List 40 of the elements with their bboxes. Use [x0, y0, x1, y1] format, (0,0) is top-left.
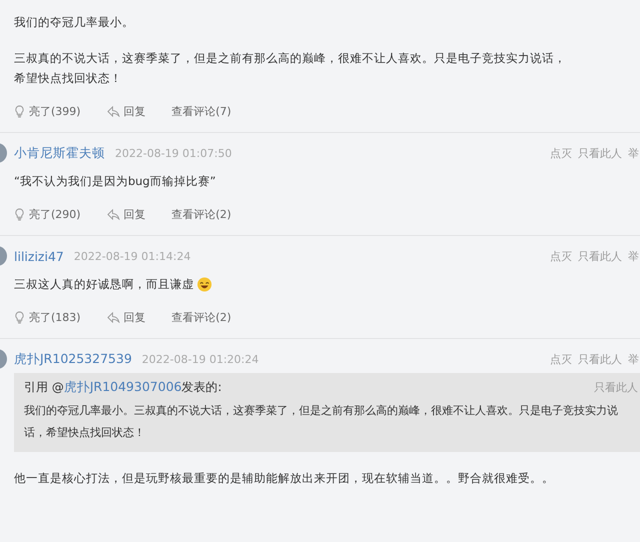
lightbulb-icon — [14, 105, 25, 118]
like-button[interactable]: 亮了(183) — [14, 310, 81, 325]
post-text: 三叔这人真的好诚恳啊，而且谦虚 — [14, 276, 194, 293]
reply-button[interactable]: 回复 — [106, 104, 146, 119]
like-button[interactable]: 亮了(399) — [14, 104, 81, 119]
quote-text: 我们的夺冠几率最小。三叔真的不说大话，这赛季菜了，但是之前有那么高的巅峰，很难不让人喜欢。只是电子竞技实力说话，希望快点找回状态！ — [24, 403, 619, 441]
post-action-link[interactable]: 举 — [628, 248, 639, 264]
reply-arrow-icon — [106, 106, 120, 117]
post-action-link[interactable]: 点灭 — [550, 352, 572, 366]
reply-arrow-icon — [106, 312, 120, 323]
quote-label: 引用 @ — [24, 379, 64, 396]
post-time: 2022-08-19 01:20:24 — [142, 352, 259, 366]
username-link[interactable]: lilizizi47 — [14, 248, 64, 264]
post-action-link[interactable]: 举 — [628, 352, 639, 366]
post-time: 2022-08-19 01:14:24 — [74, 250, 191, 262]
post-text: “我不认为我们是因为bug而输掉比赛” — [14, 173, 216, 190]
quote-label: 发表的: — [182, 379, 222, 396]
lightbulb-icon — [14, 208, 25, 221]
only-this-user-link[interactable]: 只看此人 — [594, 380, 638, 395]
post-action-link[interactable]: 举 — [628, 146, 639, 160]
reply-button[interactable]: 回复 — [106, 207, 146, 222]
reply-arrow-icon — [106, 209, 120, 220]
post-time: 2022-08-19 01:07:50 — [115, 146, 232, 160]
view-comments-link[interactable]: 查看评论(2) — [172, 207, 232, 222]
username-link[interactable]: 小肯尼斯霍夫顿 — [14, 144, 105, 162]
post-action-link[interactable]: 只看此人 — [578, 248, 622, 264]
reply-button[interactable]: 回复 — [106, 310, 146, 325]
lightbulb-icon — [14, 311, 25, 324]
like-button[interactable]: 亮了(290) — [14, 207, 81, 222]
post-text: 他一直是核心打法，但是玩野核最重要的是辅助能解放出来开团，现在软辅当道。。野合就很难受。。 — [14, 470, 554, 487]
post-action-link[interactable]: 只看此人 — [578, 146, 622, 160]
quoted-user-link[interactable]: 虎扑JR1049307006 — [64, 379, 182, 396]
post-action-link[interactable]: 点灭 — [550, 248, 572, 264]
post-action-link[interactable]: 只看此人 — [578, 352, 622, 366]
username-link[interactable]: 虎扑JR1025327539 — [14, 350, 132, 368]
post-action-link[interactable]: 点灭 — [550, 146, 572, 160]
view-comments-link[interactable]: 查看评论(7) — [172, 104, 232, 119]
post-text: 我们的夺冠几率最小。 — [14, 14, 134, 31]
post-text: 三叔真的不说大话，这赛季菜了，但是之前有那么高的巅峰，很难不让人喜欢。只是电子竞技实力说话，希望快点找回状态！ — [14, 50, 567, 87]
view-comments-link[interactable]: 查看评论(2) — [172, 310, 232, 325]
